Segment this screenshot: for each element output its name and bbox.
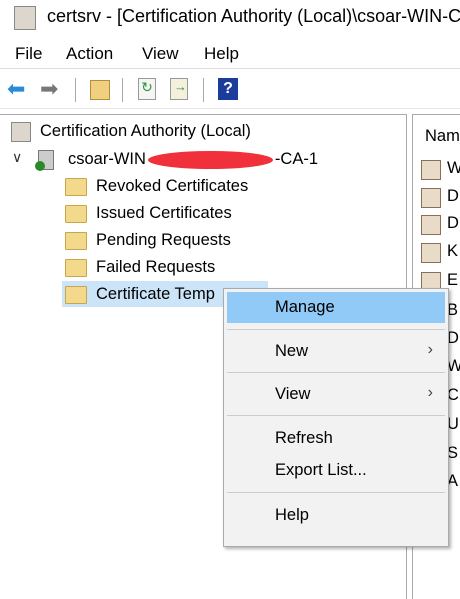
- list-item[interactable]: K: [447, 242, 458, 261]
- menu-separator: [227, 492, 445, 493]
- back-arrow-icon[interactable]: ⬅: [7, 78, 29, 100]
- chevron-right-icon: ›: [427, 341, 433, 358]
- menu-item-label: Help: [275, 506, 309, 524]
- toolbar: ⬅ ➡ ↻ → ?: [0, 70, 460, 109]
- chevron-right-icon: ›: [427, 384, 433, 401]
- menu-item-label: Manage: [275, 298, 335, 316]
- folder-icon: [65, 286, 87, 304]
- title-bar: certsrv - [Certification Authority (Loca…: [0, 0, 460, 38]
- window-title: certsrv - [Certification Authority (Loca…: [47, 6, 460, 26]
- folder-icon: [65, 232, 87, 250]
- folder-icon: [65, 178, 87, 196]
- folder-icon: [65, 205, 87, 223]
- export-list-icon[interactable]: →: [170, 78, 188, 100]
- menu-file[interactable]: File: [15, 44, 42, 64]
- column-header-name[interactable]: Nam: [425, 127, 460, 146]
- ca-icon: [11, 122, 31, 142]
- tree-root[interactable]: Certification Authority (Local): [40, 122, 251, 141]
- menu-item-new[interactable]: New ›: [227, 336, 445, 367]
- menu-item-label: New: [275, 342, 309, 360]
- certsrv-app-icon: [14, 6, 36, 30]
- menu-view[interactable]: View: [142, 44, 179, 64]
- redaction-mark: [147, 150, 273, 169]
- menu-item-manage[interactable]: Manage: [227, 292, 445, 323]
- tree-item-failed[interactable]: Failed Requests: [96, 258, 215, 277]
- check-icon: [35, 161, 45, 171]
- menu-item-refresh[interactable]: Refresh: [227, 423, 445, 454]
- template-icon: [421, 188, 441, 208]
- menu-help[interactable]: Help: [204, 44, 239, 64]
- menu-item-label: Export List...: [275, 461, 367, 479]
- list-item[interactable]: D: [447, 214, 459, 233]
- menu-item-help[interactable]: Help: [227, 500, 445, 531]
- menu-item-export-list[interactable]: Export List...: [227, 455, 445, 486]
- tree-item-templates[interactable]: Certificate Temp: [96, 285, 215, 304]
- forward-arrow-icon[interactable]: ➡: [40, 78, 62, 100]
- tree-item-revoked[interactable]: Revoked Certificates: [96, 177, 248, 196]
- server-name-suffix: -CA-1: [274, 150, 319, 168]
- tree-item-issued[interactable]: Issued Certificates: [96, 204, 232, 223]
- refresh-icon[interactable]: ↻: [138, 78, 156, 100]
- template-icon: [421, 215, 441, 235]
- menu-separator: [227, 329, 445, 330]
- up-folder-icon[interactable]: [90, 80, 110, 100]
- server-name-prefix: csoar-WIN: [68, 150, 146, 168]
- menu-item-view[interactable]: View ›: [227, 379, 445, 410]
- menu-item-label: View: [275, 385, 311, 403]
- tree-item-pending[interactable]: Pending Requests: [96, 231, 231, 250]
- list-item[interactable]: W: [447, 159, 460, 178]
- chevron-down-icon[interactable]: ∨: [12, 149, 22, 166]
- menu-item-label: Refresh: [275, 429, 333, 447]
- menu-action[interactable]: Action: [66, 44, 113, 64]
- template-icon: [421, 160, 441, 180]
- context-menu: Manage New › View › Refresh Export List...…: [223, 288, 449, 547]
- menu-separator: [227, 415, 445, 416]
- template-icon: [421, 243, 441, 263]
- list-item[interactable]: D: [447, 187, 459, 206]
- menu-bar: File Action View Help: [0, 38, 460, 69]
- help-icon[interactable]: ?: [218, 78, 238, 100]
- menu-separator: [227, 372, 445, 373]
- tree-server-node[interactable]: csoar-WIN -CA-1: [68, 150, 318, 169]
- folder-icon: [65, 259, 87, 277]
